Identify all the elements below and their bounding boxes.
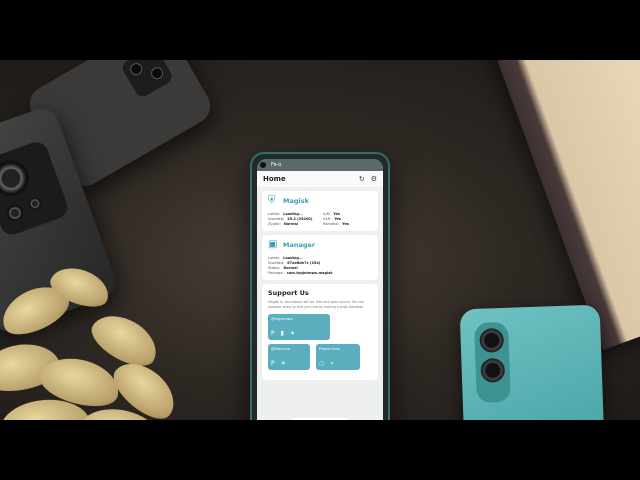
- letterbox-top: [0, 0, 640, 60]
- plant: [0, 250, 220, 420]
- camera-lens: [0, 155, 34, 202]
- phone-screen: Fe·o Home ↻ ⚙ ⛨ Magisk Latest: Loading..…: [257, 159, 383, 420]
- info-row: SAR: Yes: [323, 217, 341, 221]
- camera-lens: [4, 202, 26, 224]
- main-phone: Fe·o Home ↻ ⚙ ⛨ Magisk Latest: Loading..…: [250, 152, 390, 420]
- support-card: Support Us Magisk is, and always will be…: [262, 284, 378, 380]
- info-row: Zygisk: Normal: [268, 222, 299, 226]
- camera-lens: [128, 60, 145, 78]
- paypal-icon[interactable]: P: [271, 330, 275, 337]
- info-row: A/B: Yes: [323, 212, 340, 216]
- letterbox-bottom: [0, 420, 640, 480]
- camera-lens: [479, 327, 505, 353]
- info-row: Latest: Loading...: [268, 212, 303, 216]
- manager-title: Manager: [283, 241, 316, 249]
- magisk-shield-icon: ⛨: [268, 195, 276, 206]
- paypal-icon[interactable]: P: [271, 360, 275, 367]
- project-links[interactable]: Project links ○ »: [316, 344, 360, 370]
- donate-diareuse[interactable]: @Diareuse P ✶: [268, 344, 310, 370]
- camera-lens: [27, 195, 43, 212]
- camera-module: [119, 60, 175, 100]
- donate-topjohnwu[interactable]: @topjohnwu P ▮ ✶: [268, 314, 330, 340]
- front-camera-hole: [260, 162, 266, 168]
- info-row: Ramdisk: Yes: [323, 222, 349, 226]
- github-icon[interactable]: ○: [319, 360, 324, 367]
- refresh-icon[interactable]: ↻: [359, 175, 365, 183]
- info-row: Package: com.topjohnwu.magisk: [268, 271, 333, 275]
- patreon-icon[interactable]: ▮: [281, 330, 284, 337]
- info-row: Installed: 87ae8de7c (254): [268, 261, 321, 265]
- support-description: Magisk is, and always will be, free and …: [268, 300, 365, 309]
- manager-card: ▣ Manager Latest: Loading... Installed: …: [262, 235, 378, 280]
- camera-lens: [148, 65, 166, 82]
- status-time: Fe·o: [271, 162, 282, 168]
- camera-lens: [480, 357, 506, 383]
- info-row: Installed: 25.2 (25200): [268, 217, 313, 221]
- support-title: Support Us: [268, 289, 309, 297]
- status-bar: Fe·o: [257, 159, 383, 171]
- twitter-icon[interactable]: ✶: [281, 360, 286, 367]
- camera-module: [0, 138, 71, 238]
- twitter-icon[interactable]: ✶: [290, 330, 295, 337]
- xda-icon[interactable]: »: [330, 360, 334, 367]
- manager-app-icon: ▣: [268, 239, 278, 250]
- app-bar: Home ↻ ⚙: [257, 171, 383, 187]
- magisk-card: ⛨ Magisk Latest: Loading... A/B: Yes Ins…: [262, 191, 378, 231]
- magisk-info: Latest: Loading... A/B: Yes Installed: 2…: [268, 212, 372, 226]
- manager-info: Latest: Loading... Installed: 87ae8de7c …: [268, 256, 372, 275]
- info-row: Status: Normal: [268, 266, 298, 270]
- magisk-title: Magisk: [283, 197, 309, 205]
- info-row: Latest: Loading...: [268, 256, 303, 260]
- settings-icon[interactable]: ⚙: [371, 175, 377, 183]
- teal-phone: [459, 304, 605, 420]
- photo-scene: Fe·o Home ↻ ⚙ ⛨ Magisk Latest: Loading..…: [0, 60, 640, 420]
- camera-module: [474, 321, 511, 403]
- page-title: Home: [263, 175, 286, 183]
